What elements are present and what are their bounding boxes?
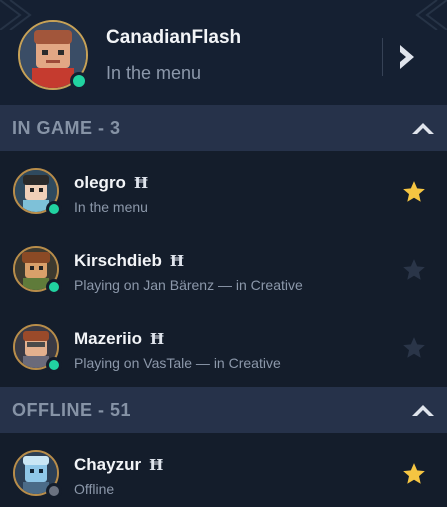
rank-badge: Ħ: [150, 330, 165, 348]
rank-badge: Ħ: [133, 174, 149, 192]
friend-row[interactable]: Kirschdieb Ħ Playing on Jan Bärenz — in C…: [0, 231, 447, 309]
chevron-up-icon: [412, 123, 434, 134]
chevron-right-icon: [400, 45, 414, 69]
friend-name: olegro Ħ: [74, 173, 148, 193]
online-status-indicator: [46, 357, 62, 373]
friend-status: Playing on Jan Bärenz — in Creative: [74, 277, 303, 293]
friend-name-text: Mazeriio: [74, 329, 143, 348]
favorite-toggle[interactable]: [401, 257, 427, 283]
section-header-in-game[interactable]: IN GAME - 3: [0, 105, 447, 151]
online-status-indicator: [46, 201, 62, 217]
friend-name: Chayzur Ħ: [74, 455, 163, 475]
favorite-toggle[interactable]: [401, 179, 427, 205]
friend-name: Mazeriio Ħ: [74, 329, 164, 349]
online-status-indicator: [46, 279, 62, 295]
friend-name: Kirschdieb Ħ: [74, 251, 184, 271]
collapse-section-button[interactable]: [411, 120, 435, 136]
friend-name-text: Kirschdieb: [74, 251, 162, 270]
favorite-toggle[interactable]: [401, 461, 427, 487]
rank-badge: Ħ: [169, 252, 185, 270]
friend-row[interactable]: olegro Ħ In the menu: [0, 153, 447, 231]
profile-name: CanadianFlash: [106, 27, 242, 48]
star-icon: [403, 463, 425, 484]
friend-status: In the menu: [74, 199, 148, 215]
online-status-indicator: [70, 72, 88, 90]
section-title: IN GAME - 3: [12, 118, 121, 138]
offline-status-indicator: [46, 483, 62, 499]
section-header-offline[interactable]: OFFLINE - 51: [0, 387, 447, 433]
favorite-toggle[interactable]: [401, 335, 427, 361]
rank-badge: Ħ: [149, 456, 164, 474]
section-title: OFFLINE - 51: [12, 400, 132, 420]
star-icon: [403, 181, 425, 202]
collapse-section-button[interactable]: [411, 402, 435, 418]
star-icon: [403, 337, 425, 358]
friend-status: Offline: [74, 481, 115, 497]
friend-name-text: Chayzur: [74, 455, 142, 474]
friend-row[interactable]: Mazeriio Ħ Playing on VasTale — in Creati…: [0, 309, 447, 387]
friend-name-text: olegro: [74, 173, 126, 192]
expand-panel-button[interactable]: [394, 40, 420, 74]
friend-status: Playing on VasTale — in Creative: [74, 355, 281, 371]
chevron-up-icon: [412, 405, 434, 416]
divider: [382, 38, 383, 76]
star-icon: [403, 259, 425, 280]
profile-header: CanadianFlash In the menu: [0, 0, 447, 105]
ornament-icon: [415, 0, 447, 30]
profile-status: In the menu: [106, 63, 202, 83]
friend-row[interactable]: Chayzur Ħ Offline: [0, 435, 447, 507]
